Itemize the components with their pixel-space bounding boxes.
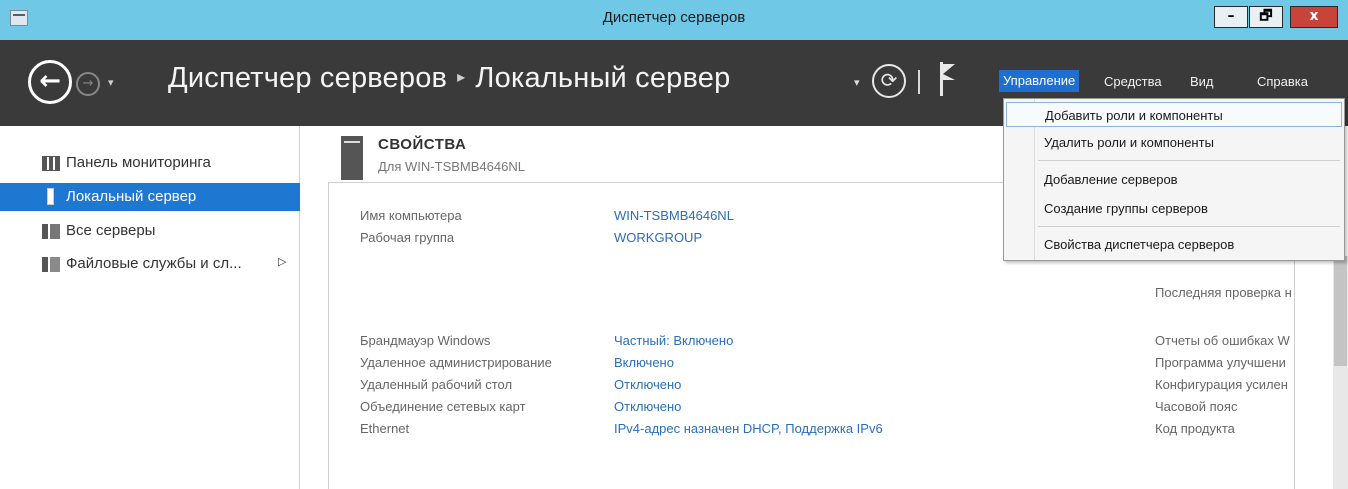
- breadcrumb: Диспетчер серверов ▸ Локальный сервер: [168, 62, 730, 95]
- menu-view[interactable]: Вид: [1190, 74, 1214, 89]
- menu-item-label: Удалить роли и компоненты: [1044, 135, 1214, 150]
- property-value-link[interactable]: WIN-TSBMB4646NL: [614, 208, 734, 223]
- minimize-button[interactable]: –: [1214, 6, 1248, 28]
- property-key: Рабочая группа: [360, 230, 455, 245]
- properties-subtitle: Для WIN-TSBMB4646NL: [378, 159, 525, 174]
- file-services-icon: [42, 257, 60, 272]
- breadcrumb-separator-icon: ▸: [457, 69, 466, 86]
- sidebar-item-all-servers[interactable]: Все серверы: [0, 217, 300, 245]
- back-icon[interactable]: ←: [28, 60, 72, 104]
- menu-tools[interactable]: Средства: [1104, 74, 1162, 89]
- menu-item-label: Добавление серверов: [1044, 172, 1178, 187]
- flag-cloth: [943, 64, 955, 80]
- window-title: Диспетчер серверов: [602, 9, 746, 26]
- property-key: Ethernet: [360, 421, 410, 436]
- menu-help[interactable]: Справка: [1257, 74, 1308, 89]
- menu-item-remove-roles[interactable]: Удалить роли и компоненты: [1006, 130, 1342, 155]
- menu-item-create-server-group[interactable]: Создание группы серверов: [1006, 196, 1342, 221]
- sidebar-item-local-server[interactable]: Локальный сервер: [0, 183, 300, 211]
- local-server-icon: [47, 188, 54, 205]
- history-dropdown-icon[interactable]: ▾: [108, 76, 114, 89]
- breadcrumb-dropdown-icon[interactable]: ▾: [854, 76, 860, 89]
- header-divider: [918, 70, 920, 94]
- menu-item-label: Свойства диспетчера серверов: [1044, 237, 1235, 252]
- sidebar-item-label: Все серверы: [66, 222, 156, 239]
- property-key-right: Часовой пояс: [1155, 399, 1238, 414]
- vertical-scrollbar[interactable]: [1333, 256, 1348, 489]
- properties-title: СВОЙСТВА: [378, 136, 467, 153]
- notifications-flag-icon[interactable]: [940, 62, 958, 96]
- sidebar-item-file-services[interactable]: Файловые службы и сл... ▷: [0, 250, 300, 278]
- server-properties-icon: [341, 136, 363, 180]
- window-titlebar: Диспетчер серверов – 🗗 x: [0, 0, 1348, 40]
- property-key-right: Код продукта: [1155, 421, 1235, 436]
- sidebar-item-label: Локальный сервер: [66, 188, 197, 205]
- menu-manage[interactable]: Управление: [999, 70, 1080, 92]
- property-key-right: Последняя проверка н: [1155, 285, 1292, 300]
- sidebar: Панель мониторинга Локальный сервер Все …: [0, 126, 300, 489]
- menu-item-label: Добавить роли и компоненты: [1045, 108, 1223, 123]
- maximize-button[interactable]: 🗗: [1249, 6, 1283, 28]
- sidebar-item-label: Панель мониторинга: [66, 154, 211, 171]
- property-key-right: Отчеты об ошибках W: [1155, 333, 1290, 348]
- menu-separator: [1038, 226, 1340, 227]
- scrollbar-thumb[interactable]: [1334, 256, 1347, 366]
- menu-item-add-servers[interactable]: Добавление серверов: [1006, 167, 1342, 192]
- menu-item-server-manager-properties[interactable]: Свойства диспетчера серверов: [1006, 232, 1342, 257]
- property-value-link[interactable]: Частный: Включено: [614, 333, 733, 348]
- forward-icon[interactable]: →: [76, 72, 100, 96]
- close-button[interactable]: x: [1290, 6, 1338, 28]
- property-key-right: Конфигурация усилен: [1155, 377, 1288, 392]
- refresh-icon[interactable]: ⟳: [872, 64, 906, 98]
- manage-dropdown-menu: Добавить роли и компоненты Удалить роли …: [1003, 98, 1345, 261]
- sidebar-item-label: Файловые службы и сл...: [66, 255, 242, 272]
- property-value-link[interactable]: Включено: [614, 355, 674, 370]
- breadcrumb-current: Локальный сервер: [475, 62, 731, 94]
- menu-item-add-roles[interactable]: Добавить роли и компоненты: [1006, 102, 1342, 127]
- property-key: Имя компьютера: [360, 208, 462, 223]
- property-key: Объединение сетевых карт: [360, 399, 526, 414]
- all-servers-icon: [42, 224, 60, 239]
- property-key-right: Программа улучшени: [1155, 355, 1286, 370]
- breadcrumb-root[interactable]: Диспетчер серверов: [168, 62, 447, 94]
- menu-separator: [1038, 160, 1340, 161]
- property-value-link[interactable]: WORKGROUP: [614, 230, 702, 245]
- property-key: Удаленный рабочий стол: [360, 377, 513, 392]
- menu-item-label: Создание группы серверов: [1044, 201, 1208, 216]
- property-value-link[interactable]: IPv4-адрес назначен DHCP, Поддержка IPv6: [614, 421, 883, 436]
- expand-arrow-icon[interactable]: ▷: [278, 255, 286, 268]
- dashboard-icon: [42, 156, 60, 171]
- property-value-link[interactable]: Отключено: [614, 399, 681, 414]
- property-key: Удаленное администрирование: [360, 355, 552, 370]
- property-value-link[interactable]: Отключено: [614, 377, 681, 392]
- property-key: Брандмауэр Windows: [360, 333, 491, 348]
- sidebar-item-dashboard[interactable]: Панель мониторинга: [0, 149, 300, 177]
